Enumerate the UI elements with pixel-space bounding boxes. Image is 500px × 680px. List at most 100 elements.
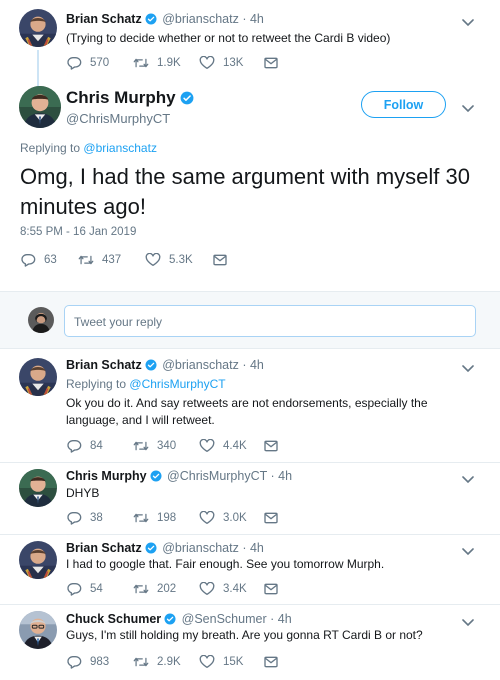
tweet-text: Omg, I had the same argument with myself…: [20, 164, 470, 219]
avatar[interactable]: [19, 469, 57, 507]
retweet-icon: [133, 582, 149, 596]
tweet-brian-schatz-3[interactable]: Brian Schatz @brianschatz · 4h I had to …: [0, 535, 500, 604]
reply-icon: [20, 253, 36, 267]
retweet-icon: [133, 655, 149, 669]
tweet-timestamp[interactable]: 8:55 PM - 16 Jan 2019: [20, 226, 136, 238]
retweet-icon: [78, 253, 94, 267]
chevron-down-icon[interactable]: [462, 100, 472, 110]
author-name[interactable]: Brian Schatz: [66, 541, 142, 555]
chevron-down-icon[interactable]: [462, 543, 472, 553]
reply-composer: Tweet your reply: [0, 291, 500, 349]
reply-button[interactable]: 63: [20, 253, 78, 267]
tweet-header: Brian Schatz @brianschatz · 4h: [66, 541, 264, 555]
retweet-icon: [133, 511, 149, 525]
retweet-count: 198: [157, 512, 177, 524]
verified-icon: [145, 359, 157, 371]
reply-count: 38: [90, 512, 103, 524]
author-name[interactable]: Chris Murphy: [66, 88, 196, 108]
tweet-time[interactable]: 4h: [250, 358, 264, 372]
direct-message-button[interactable]: [263, 439, 287, 453]
direct-message-icon: [263, 582, 279, 596]
separator-dot: ·: [270, 469, 275, 483]
reply-input[interactable]: Tweet your reply: [64, 305, 476, 337]
like-icon: [199, 655, 215, 669]
direct-message-button[interactable]: [263, 655, 287, 669]
reply-button[interactable]: 38: [66, 511, 133, 525]
replying-to: Replying to @brianschatz: [20, 141, 157, 155]
tweet-text: DHYB: [66, 486, 100, 500]
reply-icon: [66, 439, 82, 453]
tweet-time[interactable]: 4h: [250, 541, 264, 555]
avatar[interactable]: [19, 611, 57, 649]
like-button[interactable]: 4.4K: [199, 439, 263, 453]
follow-button[interactable]: Follow: [361, 91, 446, 118]
author-name[interactable]: Chris Murphy: [66, 469, 147, 483]
separator-dot: ·: [242, 541, 247, 555]
retweet-button[interactable]: 2.9K: [133, 655, 199, 669]
author-handle[interactable]: @SenSchumer: [182, 612, 267, 626]
tweet-time[interactable]: 4h: [278, 469, 292, 483]
author-name-text[interactable]: Chris Murphy: [66, 88, 176, 107]
tweet-actions: 84 340 4.4K: [66, 438, 287, 454]
reply-button[interactable]: 983: [66, 655, 133, 669]
tweet-actions: 54 202 3.4K: [66, 581, 287, 597]
verified-icon: [164, 613, 176, 625]
like-icon: [199, 439, 215, 453]
author-name[interactable]: Brian Schatz: [66, 358, 142, 372]
reply-icon: [66, 511, 82, 525]
author-handle[interactable]: @ChrisMurphyCT: [66, 111, 170, 126]
retweet-count: 2.9K: [157, 656, 181, 668]
retweet-count: 202: [157, 583, 177, 595]
reply-count: 63: [44, 254, 57, 266]
retweet-button[interactable]: 202: [133, 582, 199, 596]
retweet-button[interactable]: 340: [133, 439, 199, 453]
tweet-chuck-schumer[interactable]: Chuck Schumer @SenSchumer · 4h Guys, I'm…: [0, 605, 500, 680]
retweet-count: 340: [157, 440, 177, 452]
avatar[interactable]: [19, 86, 61, 128]
like-count: 3.4K: [223, 583, 247, 595]
tweet-header: Chuck Schumer @SenSchumer · 4h: [66, 612, 292, 626]
tweet-actions: 63 437 5.3K: [20, 252, 236, 268]
direct-message-button[interactable]: [263, 511, 287, 525]
like-button[interactable]: 3.0K: [199, 511, 263, 525]
tweet-brian-schatz-2[interactable]: Brian Schatz @brianschatz · 4h Replying …: [0, 350, 500, 462]
retweet-button[interactable]: 437: [78, 253, 145, 267]
tweet-header: Brian Schatz @brianschatz · 4h: [66, 358, 264, 372]
replying-to-link[interactable]: @ChrisMurphyCT: [129, 377, 225, 391]
replying-to: Replying to @ChrisMurphyCT: [66, 376, 476, 393]
replying-label: Replying to: [20, 141, 81, 155]
like-count: 3.0K: [223, 512, 247, 524]
reply-count: 983: [90, 656, 110, 668]
author-handle[interactable]: @brianschatz: [162, 541, 239, 555]
tweet-chris-murphy-2[interactable]: Chris Murphy @ChrisMurphyCT · 4h DHYB 38…: [0, 463, 500, 534]
direct-message-button[interactable]: [212, 253, 236, 267]
separator-dot: ·: [270, 612, 275, 626]
like-button[interactable]: 5.3K: [145, 253, 212, 267]
like-button[interactable]: 3.4K: [199, 582, 263, 596]
like-button[interactable]: 15K: [199, 655, 263, 669]
like-icon: [199, 582, 215, 596]
tweet-text: I had to google that. Fair enough. See y…: [66, 557, 385, 571]
author-name[interactable]: Chuck Schumer: [66, 612, 161, 626]
replying-to-link[interactable]: @brianschatz: [83, 141, 157, 155]
reply-button[interactable]: 54: [66, 582, 133, 596]
avatar[interactable]: [19, 358, 57, 396]
chevron-down-icon[interactable]: [462, 471, 472, 481]
chevron-down-icon[interactable]: [462, 360, 472, 370]
separator-dot: ·: [242, 358, 247, 372]
retweet-button[interactable]: 198: [133, 511, 199, 525]
direct-message-button[interactable]: [263, 582, 287, 596]
reply-icon: [66, 582, 82, 596]
reply-count: 84: [90, 440, 103, 452]
tweet-text: Guys, I'm still holding my breath. Are y…: [66, 628, 423, 642]
reply-icon: [66, 655, 82, 669]
tweet-text: Ok you do it. And say retweets are not e…: [66, 396, 428, 427]
author-handle[interactable]: @ChrisMurphyCT: [167, 469, 267, 483]
tweet-time[interactable]: 4h: [278, 612, 292, 626]
reply-button[interactable]: 84: [66, 439, 133, 453]
retweet-count: 437: [102, 254, 122, 266]
author-handle[interactable]: @brianschatz: [162, 358, 239, 372]
avatar[interactable]: [19, 541, 57, 579]
chevron-down-icon[interactable]: [462, 614, 472, 624]
like-icon: [145, 253, 161, 267]
